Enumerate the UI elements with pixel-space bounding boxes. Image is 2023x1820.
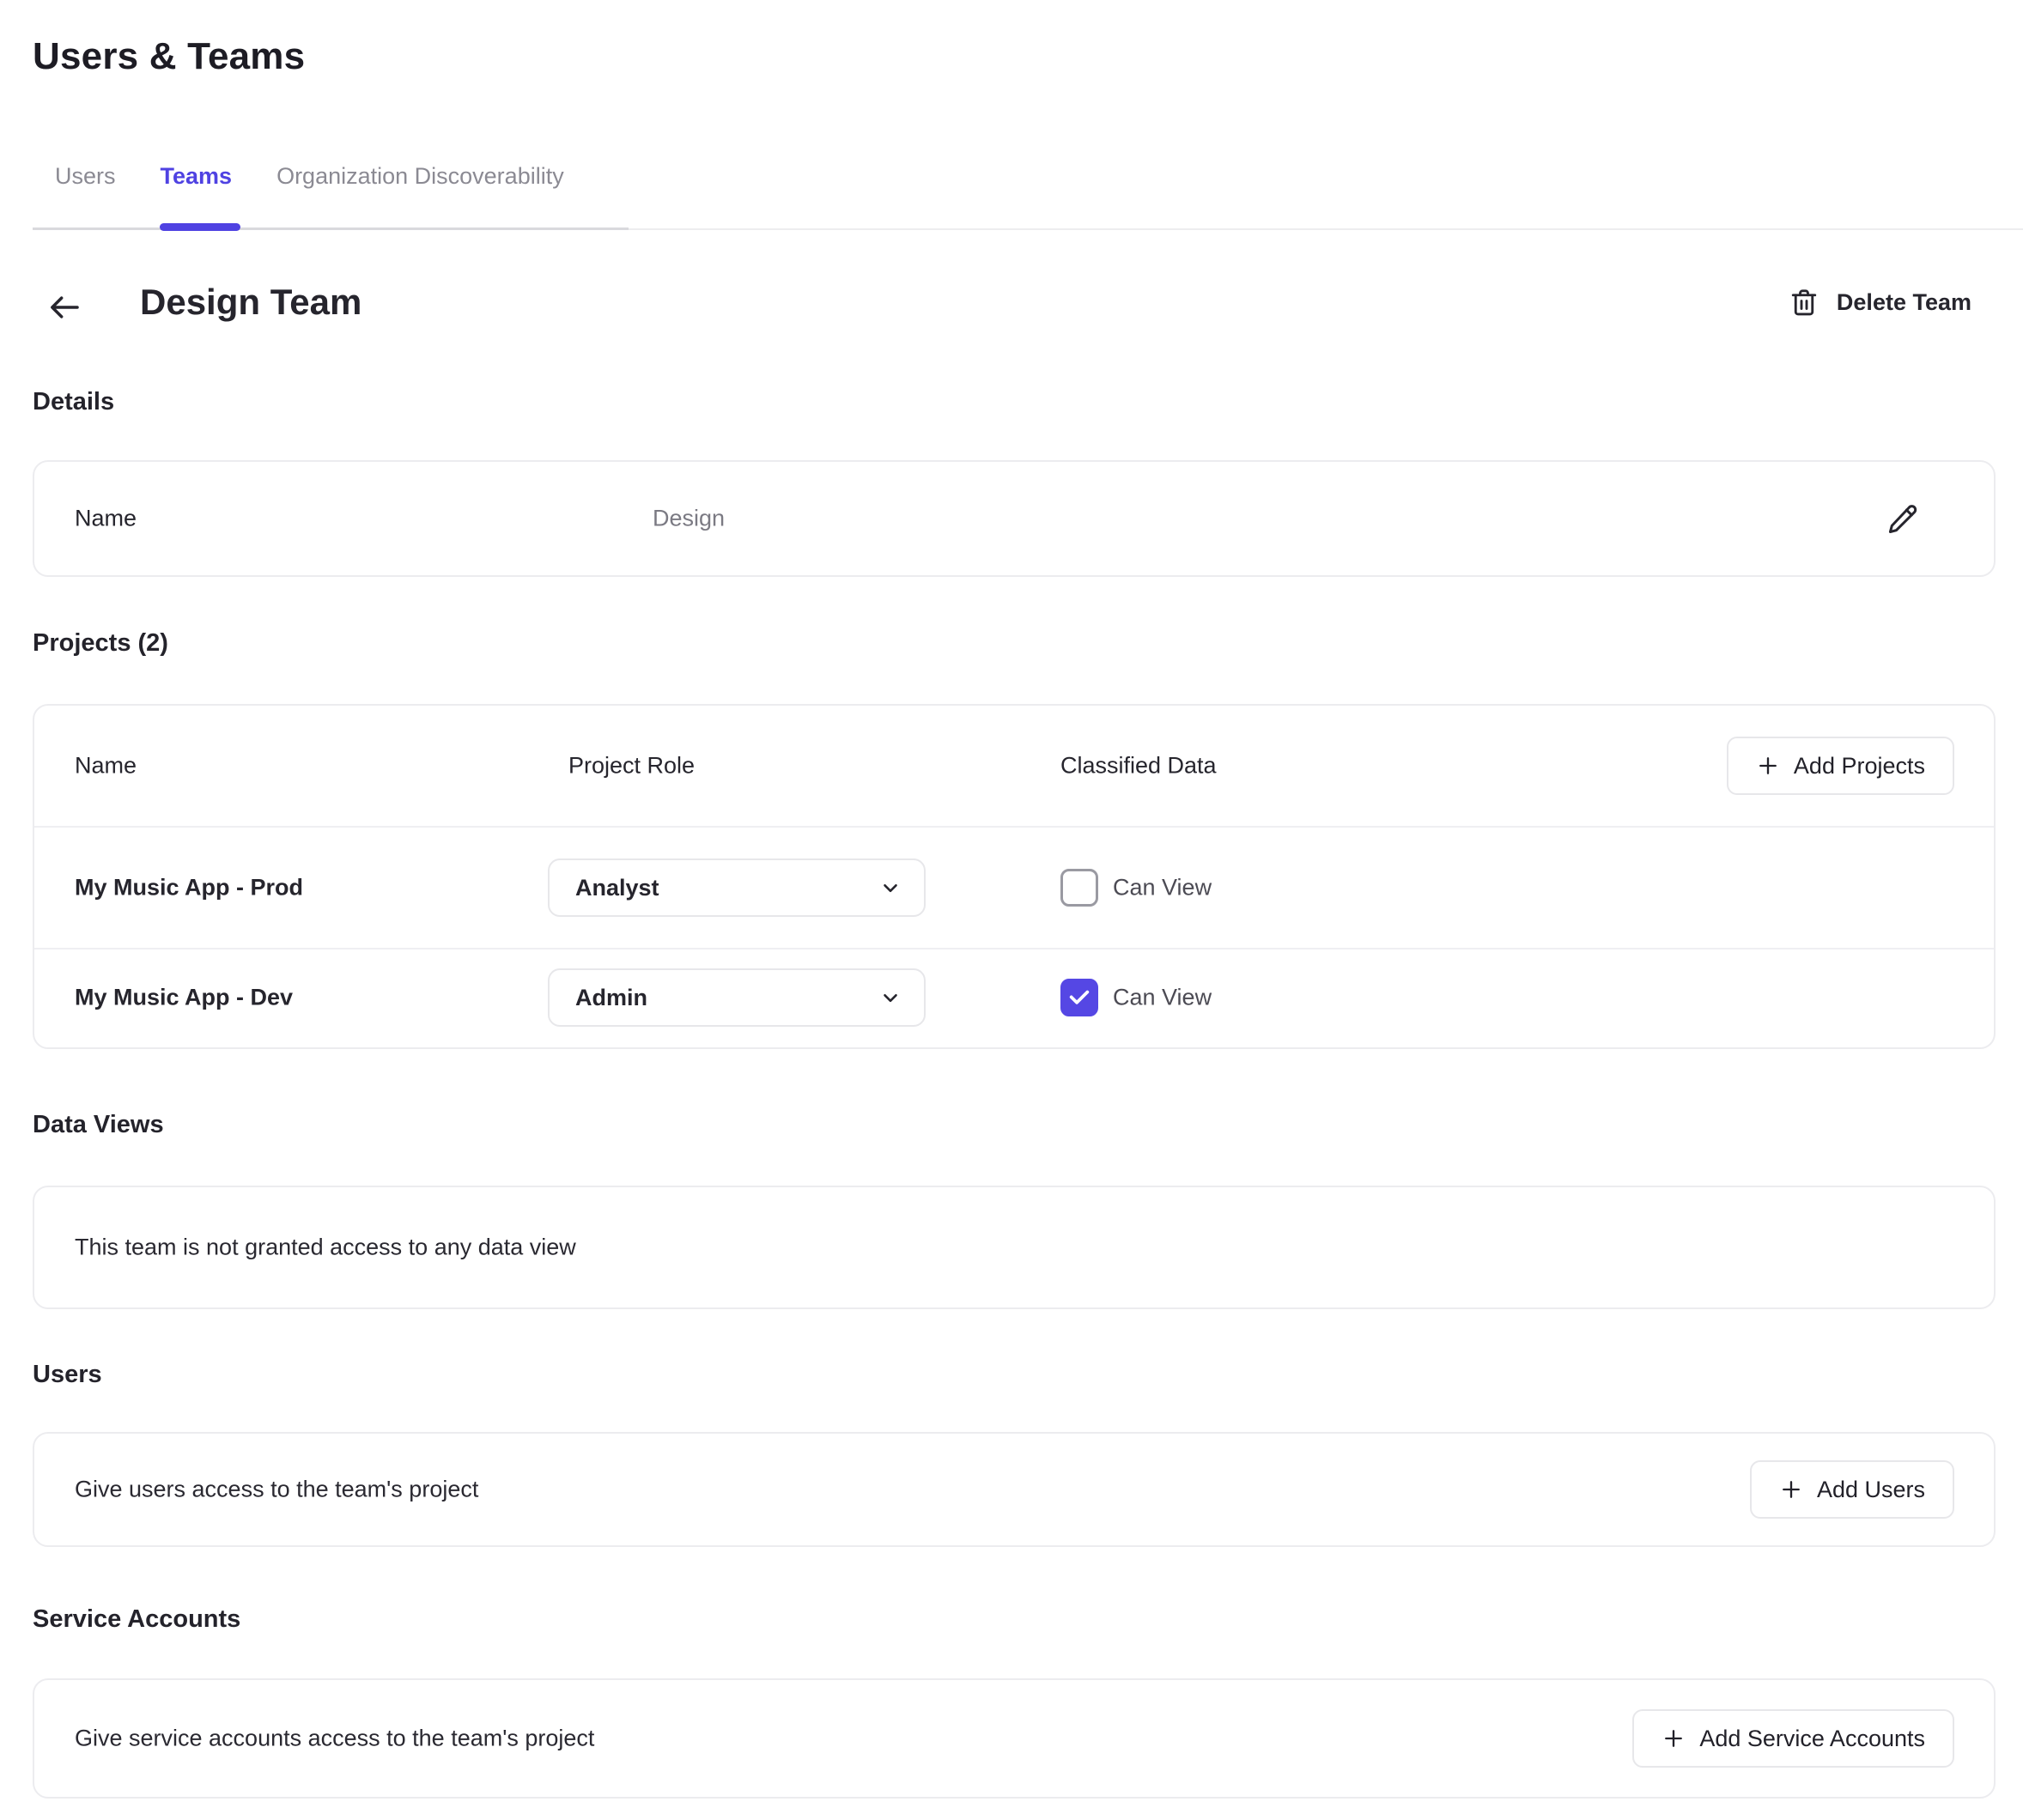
users-heading: Users bbox=[33, 1361, 102, 1389]
column-header-project-role: Project Role bbox=[568, 753, 695, 780]
plus-icon bbox=[1779, 1477, 1803, 1502]
project-row-my-music-app-dev: My Music App - Dev Admin Can View bbox=[34, 949, 1994, 1046]
add-projects-button[interactable]: Add Projects bbox=[1727, 737, 1954, 795]
arrow-left-icon bbox=[45, 290, 84, 325]
projects-heading: Projects (2) bbox=[33, 629, 168, 658]
tabs-divider bbox=[33, 228, 629, 230]
service-accounts-card: Give service accounts access to the team… bbox=[33, 1678, 1996, 1799]
add-users-label: Add Users bbox=[1817, 1477, 1925, 1503]
add-projects-label: Add Projects bbox=[1794, 753, 1925, 780]
pencil-icon bbox=[1886, 501, 1919, 536]
delete-team-button[interactable]: Delete Team bbox=[1789, 285, 1971, 319]
chevron-down-icon bbox=[879, 877, 902, 899]
plus-icon bbox=[1662, 1726, 1686, 1750]
team-title: Design Team bbox=[140, 282, 361, 323]
tab-users[interactable]: Users bbox=[55, 163, 116, 190]
project-name: My Music App - Dev bbox=[75, 985, 293, 1011]
chevron-down-icon bbox=[879, 986, 902, 1009]
edit-name-button[interactable] bbox=[1884, 500, 1922, 537]
add-service-accounts-label: Add Service Accounts bbox=[1699, 1726, 1925, 1752]
name-label: Name bbox=[75, 506, 137, 532]
project-role-value: Analyst bbox=[575, 875, 659, 901]
add-service-accounts-button[interactable]: Add Service Accounts bbox=[1632, 1709, 1954, 1768]
service-accounts-description: Give service accounts access to the team… bbox=[75, 1726, 594, 1752]
check-icon bbox=[1067, 986, 1091, 1010]
details-heading: Details bbox=[33, 388, 114, 416]
tab-organization-discoverability[interactable]: Organization Discoverability bbox=[276, 163, 564, 190]
team-header: Design Team Delete Team bbox=[0, 280, 2023, 335]
delete-team-label: Delete Team bbox=[1837, 289, 1971, 316]
users-description: Give users access to the team's project bbox=[75, 1477, 478, 1503]
trash-icon bbox=[1789, 285, 1819, 319]
tab-bar: Users Teams Organization Discoverability bbox=[55, 157, 564, 195]
can-view-checkbox[interactable] bbox=[1060, 979, 1098, 1016]
details-card: Name Design bbox=[33, 460, 1996, 577]
data-views-empty-text: This team is not granted access to any d… bbox=[75, 1235, 576, 1261]
project-role-select[interactable]: Admin bbox=[548, 968, 926, 1027]
users-teams-page: Users & Teams Users Teams Organization D… bbox=[0, 0, 2023, 1820]
users-card: Give users access to the team's project … bbox=[33, 1432, 1996, 1547]
projects-card: Name Project Role Classified Data Add Pr… bbox=[33, 704, 1996, 1049]
add-users-button[interactable]: Add Users bbox=[1750, 1460, 1954, 1519]
plus-icon bbox=[1756, 754, 1780, 778]
active-tab-underline bbox=[160, 223, 240, 231]
page-title: Users & Teams bbox=[33, 35, 305, 78]
can-view-label: Can View bbox=[1113, 985, 1212, 1011]
can-view-checkbox[interactable] bbox=[1060, 869, 1098, 907]
service-accounts-heading: Service Accounts bbox=[33, 1605, 240, 1634]
name-value: Design bbox=[653, 506, 725, 532]
can-view-label: Can View bbox=[1113, 875, 1212, 901]
project-role-select[interactable]: Analyst bbox=[548, 858, 926, 917]
project-role-value: Admin bbox=[575, 985, 647, 1011]
project-name: My Music App - Prod bbox=[75, 875, 303, 901]
column-header-name: Name bbox=[75, 753, 137, 780]
tab-teams[interactable]: Teams bbox=[161, 163, 233, 190]
project-row-my-music-app-prod: My Music App - Prod Analyst Can View bbox=[34, 828, 1994, 949]
projects-table-header: Name Project Role Classified Data Add Pr… bbox=[34, 706, 1994, 828]
data-views-card: This team is not granted access to any d… bbox=[33, 1186, 1996, 1309]
data-views-heading: Data Views bbox=[33, 1111, 164, 1139]
back-button[interactable] bbox=[43, 287, 86, 328]
column-header-classified-data: Classified Data bbox=[1060, 753, 1217, 780]
